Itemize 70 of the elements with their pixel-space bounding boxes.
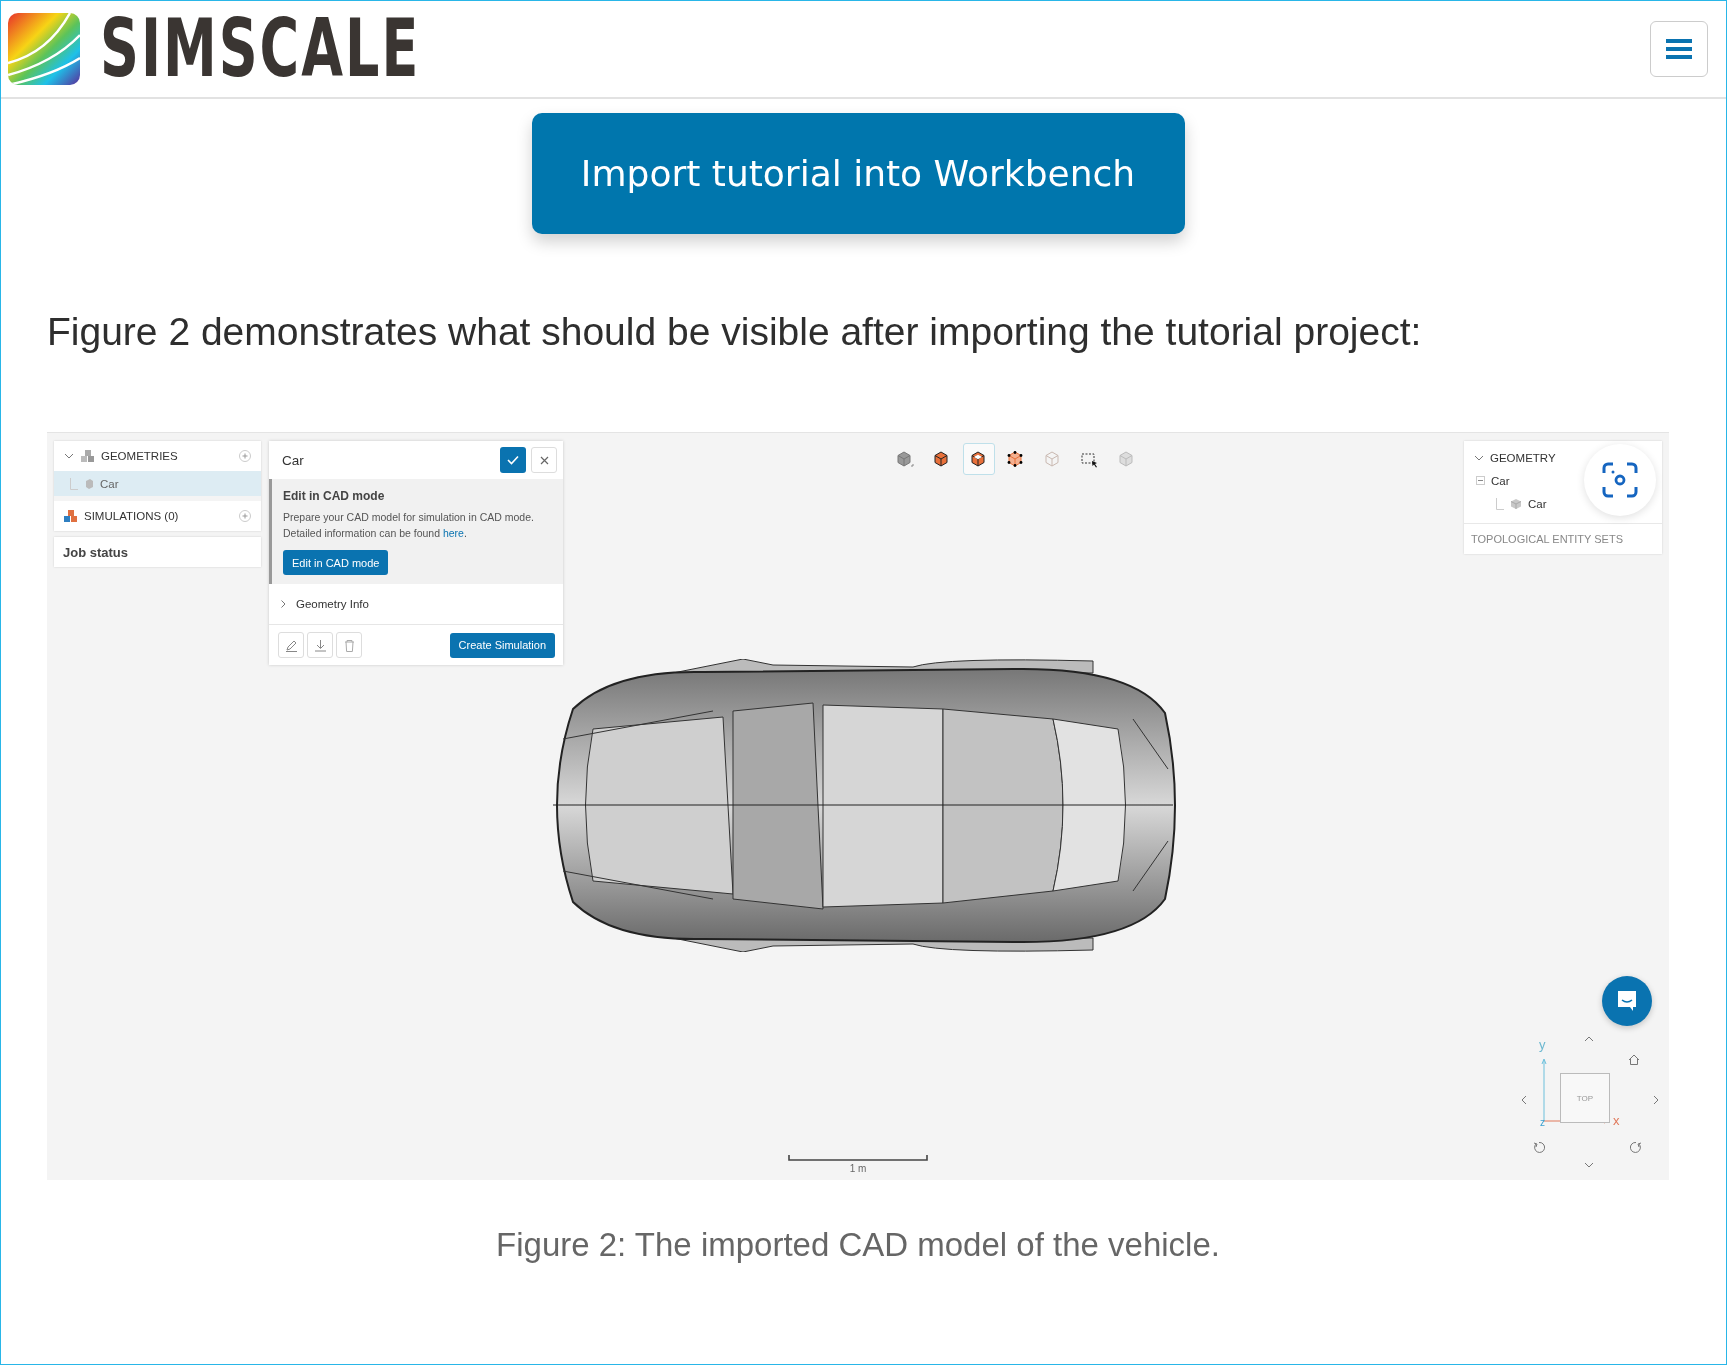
cubes-icon [64, 510, 77, 522]
section-toggle[interactable]: Geometry Info [296, 598, 369, 610]
close-button[interactable] [531, 447, 557, 473]
job-status-label: Job status [63, 544, 128, 560]
tree-item[interactable]: GEOMETRIES [101, 450, 178, 462]
close-icon [539, 455, 549, 465]
panel-title: GEOMETRY [1490, 451, 1556, 464]
view-cube-face[interactable]: TOP [1560, 1073, 1610, 1123]
download-button[interactable] [307, 632, 333, 658]
vertices-icon [1007, 450, 1025, 468]
axis-label: y [1539, 1037, 1546, 1052]
tree-row[interactable]: Car [54, 471, 261, 496]
chat-button[interactable] [1602, 976, 1652, 1026]
edit-cad-button[interactable]: Edit in CAD mode [283, 550, 389, 575]
chevron-down-icon[interactable] [64, 453, 74, 459]
check-icon [507, 455, 519, 465]
chevron-up-icon[interactable] [1584, 1036, 1594, 1042]
section-heading: Edit in CAD mode [283, 489, 386, 503]
create-simulation-button[interactable]: Create Simulation [449, 632, 555, 658]
scale-bar-icon [788, 1155, 928, 1161]
chat-icon [1615, 989, 1639, 1013]
chevron-left-icon[interactable] [1521, 1095, 1527, 1105]
tree-line-icon [1496, 497, 1504, 510]
chevron-right-icon[interactable] [1653, 1095, 1659, 1105]
help-link[interactable]: here [442, 527, 464, 539]
y-axis-icon [1541, 1057, 1547, 1121]
menu-icon [1666, 38, 1692, 60]
intro-text: Figure 2 demonstrates what should be visible after importing the tutorial project: [47, 309, 1423, 355]
tree-item[interactable]: SIMULATIONS (0) [84, 510, 179, 522]
tree-item-label: Car [100, 477, 119, 490]
tree-line-icon [70, 477, 78, 490]
trash-button[interactable] [336, 632, 362, 658]
scale-label: 1 m [849, 1163, 867, 1174]
logo-wordmark: SIMSCALE [100, 8, 421, 90]
box-select-icon [1081, 450, 1099, 468]
collapse-icon[interactable] [1476, 476, 1485, 485]
trash-icon [342, 638, 356, 652]
home-icon[interactable] [1628, 1054, 1640, 1066]
camera-focus-icon [1602, 462, 1638, 498]
chevron-down-icon[interactable] [1584, 1162, 1594, 1168]
job-status-card[interactable]: Job status [54, 537, 261, 567]
cube-icon [1044, 450, 1062, 468]
cube-icon [970, 450, 988, 468]
description-text: Prepare your CAD model for simulation in CAD mode. Detailed information can be found here. [283, 510, 535, 541]
add-icon[interactable] [239, 510, 251, 522]
axis-label: x [1613, 1113, 1620, 1128]
confirm-button[interactable] [500, 447, 526, 473]
cube-icon [1118, 450, 1136, 468]
part-icon [84, 478, 94, 489]
logo-icon [8, 13, 80, 85]
edit-button[interactable] [278, 632, 304, 658]
tree-item[interactable]: Car [1528, 497, 1547, 510]
edit-icon [284, 638, 298, 652]
rotate-left-icon[interactable] [1533, 1141, 1545, 1153]
rotate-right-icon[interactable] [1630, 1141, 1642, 1153]
section-header[interactable]: TOPOLOGICAL ENTITY SETS [1464, 523, 1662, 554]
cube-icon [896, 450, 914, 468]
cube-icon [1510, 497, 1522, 510]
chevron-right-icon[interactable] [281, 600, 286, 608]
figure-caption: Figure 2: The imported CAD model of the vehicle. [495, 1226, 1221, 1264]
download-icon [313, 638, 327, 652]
add-icon[interactable] [239, 450, 251, 462]
tree-item[interactable]: Car [1491, 474, 1510, 487]
dialog-title: Car [282, 452, 304, 468]
axis-label: z [1540, 1117, 1545, 1128]
cubes-icon [81, 450, 94, 462]
menu-button[interactable] [1650, 21, 1708, 77]
cube-icon [933, 450, 951, 468]
import-button[interactable]: Import tutorial into Workbench [531, 113, 1185, 234]
view-mode-button[interactable] [963, 443, 995, 475]
